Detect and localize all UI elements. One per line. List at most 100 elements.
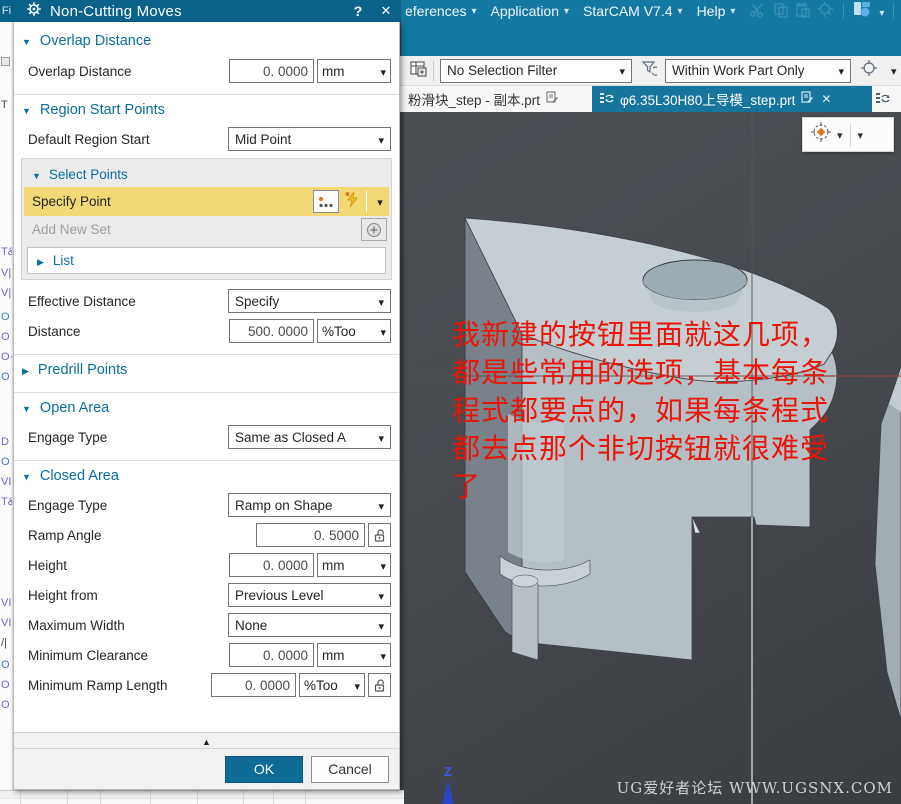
tool-palette-icon[interactable] <box>853 1 873 21</box>
scope-dropdown[interactable]: Within Work Part Only <box>665 58 851 83</box>
dialog-help-button[interactable]: ? <box>345 3 371 19</box>
section-overlap-distance[interactable]: Overlap Distance <box>14 26 399 56</box>
paste-icon[interactable] <box>795 2 811 21</box>
collapse-triangle-icon <box>22 102 31 118</box>
menubar-separator <box>893 3 895 19</box>
specify-point-row[interactable]: Specify Point <box>24 187 389 216</box>
minimum-ramp-length-input[interactable]: 0. 0000 <box>211 673 296 697</box>
collapse-triangle-icon <box>22 468 31 484</box>
menu-preferences[interactable]: eferences <box>405 3 477 19</box>
minimum-clearance-unit-dropdown[interactable]: mm <box>317 643 391 667</box>
minimum-ramp-length-unit-dropdown[interactable]: %Too <box>299 673 365 697</box>
distance-input[interactable]: 500. 0000 <box>229 319 314 343</box>
point-snap-target-icon[interactable] <box>810 121 832 148</box>
section-closed-area[interactable]: Closed Area <box>14 460 399 490</box>
ramp-angle-lock-button[interactable] <box>368 523 391 547</box>
tool-palette-caret[interactable] <box>879 3 884 19</box>
cut-icon[interactable] <box>749 2 767 21</box>
maximum-width-row: Maximum Width None <box>14 610 399 640</box>
height-unit-dropdown[interactable]: mm <box>317 553 391 577</box>
closed-engage-type-dropdown[interactable]: Ramp on Shape <box>228 493 391 517</box>
window-sync-icon <box>600 91 614 108</box>
section-select-points[interactable]: Select Points <box>24 161 389 187</box>
collapse-triangle-icon <box>22 400 31 416</box>
open-lock-icon <box>374 678 384 692</box>
overlap-distance-input[interactable]: 0. 0000 <box>229 59 314 83</box>
general-selection-icon[interactable] <box>859 58 879 83</box>
toolbar-separator <box>433 60 434 81</box>
minimum-ramp-length-lock-button[interactable] <box>368 673 391 697</box>
overlap-unit-dropdown[interactable]: mm <box>317 59 391 83</box>
menu-application[interactable]: Application <box>491 3 570 19</box>
select-points-group: Select Points Specify Point Add New Set <box>21 158 392 280</box>
selection-filter-dropdown[interactable]: No Selection Filter <box>440 58 632 83</box>
point-dialog-button[interactable] <box>313 190 339 213</box>
height-row: Height 0. 0000 mm <box>14 550 399 580</box>
distance-row: Distance 500. 0000 %Too <box>14 316 399 346</box>
list-expander[interactable]: List <box>27 247 386 274</box>
ramp-angle-row: Ramp Angle 0. 5000 <box>14 520 399 550</box>
vp-more-caret[interactable] <box>858 126 864 144</box>
spreadsheet-icon[interactable] <box>410 60 427 82</box>
section-predrill-points[interactable]: Predrill Points <box>14 354 399 384</box>
default-region-start-row: Default Region Start Mid Point <box>14 124 399 154</box>
add-new-set-button[interactable] <box>361 218 387 241</box>
ramp-angle-input[interactable]: 0. 5000 <box>256 523 365 547</box>
minimum-clearance-row: Minimum Clearance 0. 0000 mm <box>14 640 399 670</box>
menubar-separator <box>843 3 845 19</box>
effective-distance-dropdown[interactable]: Specify <box>228 289 391 313</box>
collapse-triangle-icon <box>22 33 31 49</box>
application-window: Fi Non-Cutting Moves ? ✕ eferences Appli… <box>0 0 901 804</box>
copy-icon[interactable] <box>773 2 789 21</box>
height-from-row: Height from Previous Level <box>14 580 399 610</box>
point-options-caret[interactable] <box>371 193 389 211</box>
section-region-start-points[interactable]: Region Start Points <box>14 94 399 124</box>
minimum-clearance-input[interactable]: 0. 0000 <box>229 643 314 667</box>
snap-point-icon[interactable] <box>817 1 834 21</box>
cancel-button[interactable]: Cancel <box>311 755 389 783</box>
selection-caret[interactable] <box>885 62 897 80</box>
viewport-mini-toolbar <box>802 117 894 152</box>
menu-help[interactable]: Help <box>697 3 736 19</box>
height-from-dropdown[interactable]: Previous Level <box>228 583 391 607</box>
dialog-close-button[interactable]: ✕ <box>371 3 401 19</box>
snap-caret[interactable] <box>837 126 843 144</box>
dialog-footer: OK Cancel <box>14 732 399 789</box>
annotation-text: 我新建的按钮里面就这几项， 都是些常用的选项，基本每条 程式都要点的，如果每条程… <box>452 319 830 502</box>
tab-part-active[interactable]: φ6.35L30H80上导模_step.prt ✕ <box>592 86 872 112</box>
distance-unit-dropdown[interactable]: %Too <box>317 319 391 343</box>
underlying-menu-fragment: Fi <box>1 5 12 17</box>
axis-triad: Z <box>436 764 460 804</box>
minimum-ramp-length-row: Minimum Ramp Length 0. 0000 %Too <box>14 670 399 700</box>
tab-close-icon[interactable]: ✕ <box>821 92 831 106</box>
tab-part-next-fragment[interactable] <box>872 86 901 112</box>
height-input[interactable]: 0. 0000 <box>229 553 314 577</box>
plus-circle-icon <box>366 222 382 237</box>
selection-toolbar: No Selection Filter Within Work Part Onl… <box>400 56 901 86</box>
section-open-area[interactable]: Open Area <box>14 392 399 422</box>
dialog-collapse-handle[interactable] <box>14 733 399 749</box>
open-lock-icon <box>374 528 384 542</box>
modified-doc-icon <box>801 91 814 107</box>
effective-distance-row: Effective Distance Specify <box>14 286 399 316</box>
quick-point-flash-icon[interactable] <box>344 191 360 213</box>
window-sync-icon <box>876 91 890 108</box>
closed-engage-type-row: Engage Type Ramp on Shape <box>14 490 399 520</box>
open-engage-type-dropdown[interactable]: Same as Closed A <box>228 425 391 449</box>
expand-triangle-icon <box>37 253 44 268</box>
expand-triangle-icon <box>22 362 29 378</box>
filter-reset-icon[interactable] <box>641 60 661 81</box>
dialog-titlebar[interactable]: Fi Non-Cutting Moves ? ✕ <box>0 0 401 22</box>
maximum-width-dropdown[interactable]: None <box>228 613 391 637</box>
axis-z-arrow-icon <box>442 780 454 804</box>
default-region-start-dropdown[interactable]: Mid Point <box>228 127 391 151</box>
menu-starcam[interactable]: StarCAM V7.4 <box>583 3 683 19</box>
ok-button[interactable]: OK <box>225 755 303 783</box>
viewport-3d[interactable]: 我新建的按钮里面就这几项， 都是些常用的选项，基本每条 程式都要点的，如果每条程… <box>404 112 901 804</box>
menubar: eferences Application StarCAM V7.4 Help <box>401 0 901 56</box>
add-new-set-row: Add New Set <box>24 216 389 243</box>
tab-part-inactive[interactable]: 粉滑块_step - 副本.prt <box>400 86 592 112</box>
open-engage-type-row: Engage Type Same as Closed A <box>14 422 399 452</box>
point-dots-icon <box>319 196 333 207</box>
navigator-node-icon <box>1 57 10 66</box>
